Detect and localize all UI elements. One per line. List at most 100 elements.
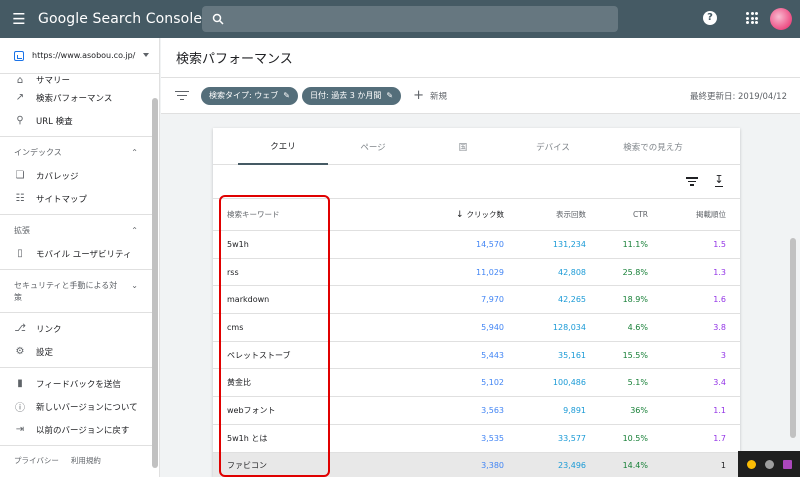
cell-position: 3.8 — [662, 313, 740, 342]
section-header-index[interactable]: インデックス ⌃ — [0, 141, 152, 164]
col-ctr[interactable]: CTR — [600, 198, 662, 231]
cell-ctr: 10.5% — [600, 424, 662, 453]
trending-up-icon: ↗ — [15, 92, 25, 103]
download-icon[interactable]: ↧ — [713, 173, 725, 187]
cell-ctr: 14.4% — [600, 452, 662, 477]
tray-image-icon[interactable] — [782, 459, 792, 469]
search-type-chip[interactable]: 検索タイプ: ウェブ ✎ — [201, 86, 298, 105]
cell-impressions: 9,891 — [518, 396, 600, 425]
new-filter-label: 新規 — [429, 91, 447, 102]
section-header-enhancements[interactable]: 拡張 ⌃ — [0, 219, 152, 242]
new-filter-button[interactable]: + 新規 — [413, 88, 447, 103]
sidebar-item-old-version[interactable]: ⇥ 以前のバージョンに戻す — [0, 418, 152, 441]
cell-impressions: 33,577 — [518, 424, 600, 453]
sidebar-item-settings[interactable]: ⚙ 設定 — [0, 340, 152, 363]
avatar[interactable] — [770, 8, 792, 30]
cell-position: 1.1 — [662, 396, 740, 425]
col-impressions[interactable]: 表示回数 — [518, 198, 600, 231]
help-icon[interactable]: ? — [703, 11, 717, 25]
col-clicks[interactable]: ↓ クリック数 — [403, 198, 518, 231]
search-bar[interactable] — [202, 6, 618, 32]
cell-impressions: 100,486 — [518, 368, 600, 398]
sidebar-item-mobile-usability[interactable]: ▯ モバイル ユーザビリティ — [0, 242, 152, 265]
cell-clicks: 3,535 — [403, 424, 518, 453]
cell-ctr: 18.9% — [600, 285, 662, 315]
sidebar-item-label: モバイル ユーザビリティ — [36, 249, 132, 260]
cell-clicks: 5,102 — [403, 368, 518, 398]
tab-devices[interactable]: デバイス — [508, 128, 598, 165]
tab-countries[interactable]: 国 — [418, 128, 508, 165]
sidebar-footer: プライバシー 利用規約 — [0, 450, 152, 470]
sidebar-item-label: リンク — [36, 324, 62, 335]
tab-search-appearance[interactable]: 検索での見え方 — [598, 128, 708, 165]
cell-impressions: 131,234 — [518, 230, 600, 259]
filter-rows-icon[interactable] — [686, 177, 698, 186]
sidebar-item-links[interactable]: ⎇ リンク — [0, 317, 152, 340]
property-icon — [14, 50, 24, 61]
menu-icon[interactable]: ☰ — [0, 0, 38, 38]
section-title: 拡張 — [14, 226, 30, 235]
chevron-up-icon: ⌃ — [131, 148, 138, 157]
main-scrollbar[interactable] — [790, 238, 796, 438]
property-selector[interactable]: https://www.asobou.co.jp/ — [0, 38, 159, 74]
last-updated: 最終更新日: 2019/04/12 — [689, 92, 787, 102]
cell-position: 3 — [662, 341, 740, 370]
apps-grid-icon[interactable] — [746, 12, 758, 24]
tab-queries[interactable]: クエリ — [238, 128, 328, 165]
sidebar-item-performance[interactable]: ↗ 検索パフォーマンス — [0, 86, 152, 109]
phone-icon: ▯ — [17, 248, 23, 259]
divider — [0, 214, 152, 215]
edit-icon: ✎ — [386, 91, 394, 100]
sidebar-item-label: フィードバックを送信 — [36, 379, 121, 390]
privacy-link[interactable]: プライバシー — [14, 455, 59, 466]
app-title[interactable]: Google Search Console — [38, 11, 202, 27]
chip-label: 検索タイプ: ウェブ — [209, 91, 279, 100]
dimension-tabs: クエリ ページ 国 デバイス 検索での見え方 — [213, 128, 740, 165]
table-toolbar: ↧ — [213, 165, 740, 198]
cell-clicks: 11,029 — [403, 258, 518, 287]
page-header: 検索パフォーマンス — [161, 38, 800, 78]
feedback-icon: ▮ — [17, 378, 23, 389]
section-header-security[interactable]: セキュリティと手動による対策 ⌄ — [0, 274, 152, 308]
sidebar-item-label: 設定 — [36, 347, 54, 358]
search-icon: ⚲ — [16, 115, 24, 126]
cell-clicks: 3,380 — [403, 452, 518, 477]
cell-ctr: 15.5% — [600, 341, 662, 370]
tray-app-icon[interactable] — [746, 459, 756, 469]
section-title: インデックス — [14, 148, 62, 157]
cell-clicks: 5,443 — [403, 341, 518, 370]
sidebar-item-url-inspection[interactable]: ⚲ URL 検査 — [0, 109, 152, 132]
col-position[interactable]: 掲載順位 — [662, 198, 740, 231]
sidebar-item-label: 検索パフォーマンス — [36, 93, 113, 104]
sidebar-scrollbar[interactable] — [152, 98, 158, 468]
tray-link-icon[interactable] — [764, 459, 774, 469]
page-title: 検索パフォーマンス — [176, 52, 293, 67]
terms-link[interactable]: 利用規約 — [71, 455, 101, 466]
cell-clicks: 14,570 — [403, 230, 518, 259]
date-range-chip[interactable]: 日付: 過去 3 か月間 ✎ — [301, 86, 402, 105]
cell-impressions: 42,808 — [518, 258, 600, 287]
sidebar-item-summary[interactable]: ⌂ サマリー — [0, 74, 152, 87]
cell-ctr: 11.1% — [600, 230, 662, 259]
sitemap-icon: ☷ — [15, 193, 25, 204]
copy-icon: ❏ — [15, 170, 25, 181]
search-icon — [212, 13, 224, 25]
sidebar-item-feedback[interactable]: ▮ フィードバックを送信 — [0, 372, 152, 395]
sidebar-item-coverage[interactable]: ❏ カバレッジ — [0, 164, 152, 187]
cell-impressions: 42,265 — [518, 285, 600, 315]
filter-icon[interactable] — [175, 90, 189, 101]
cell-impressions: 35,161 — [518, 341, 600, 370]
exit-icon: ⇥ — [15, 424, 25, 435]
sidebar-item-about-new-version[interactable]: ⓘ 新しいバージョンについて — [0, 395, 152, 418]
col-clicks-label: クリック数 — [466, 210, 505, 219]
info-icon: ⓘ — [15, 403, 25, 414]
sidebar-item-label: サマリー — [36, 76, 71, 86]
system-tray — [738, 451, 800, 477]
divider — [0, 269, 152, 270]
sidebar-item-sitemaps[interactable]: ☷ サイトマップ — [0, 187, 152, 210]
cell-ctr: 4.6% — [600, 313, 662, 342]
caret-down-icon — [143, 53, 149, 57]
tab-pages[interactable]: ページ — [328, 128, 418, 165]
sidebar-item-label: URL 検査 — [36, 116, 73, 127]
cell-position: 1.5 — [662, 230, 740, 259]
